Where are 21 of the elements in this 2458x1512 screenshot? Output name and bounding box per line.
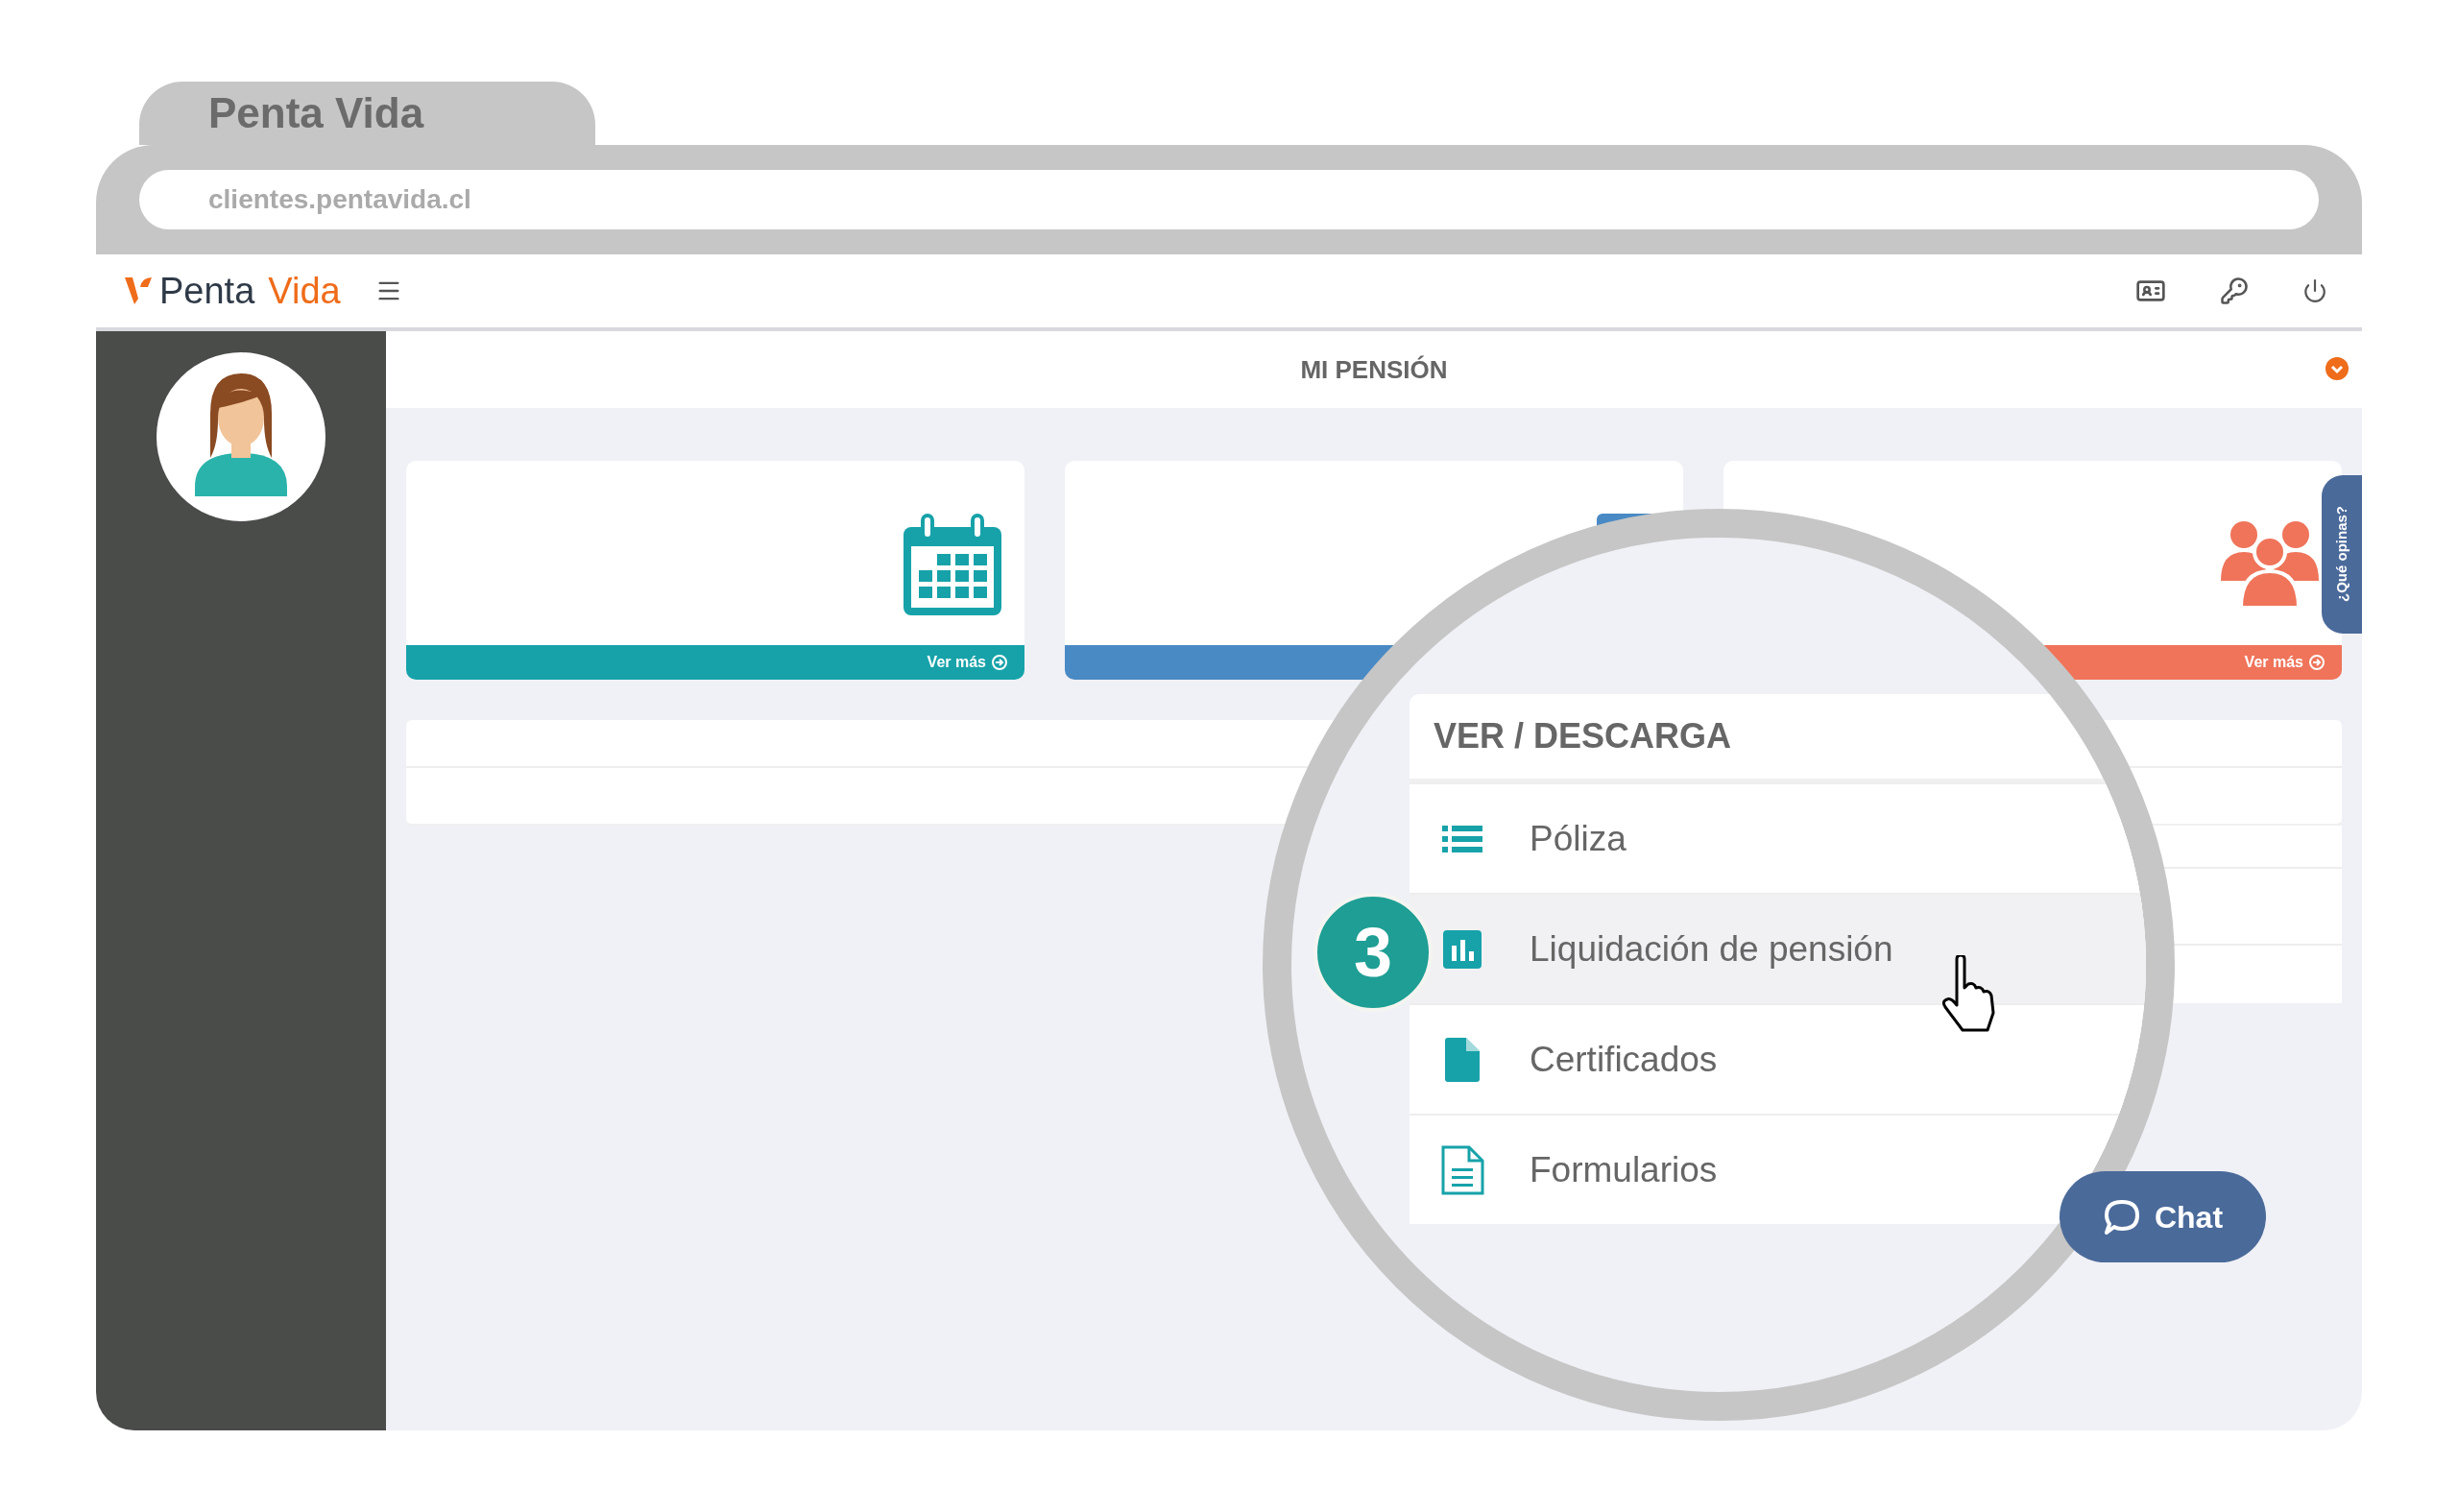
- feedback-tab[interactable]: ¿Qué opinas?: [2322, 475, 2362, 634]
- see-more-link[interactable]: Ver más: [927, 651, 1007, 674]
- browser-tab[interactable]: Penta Vida: [139, 82, 595, 145]
- key-icon[interactable]: [2220, 276, 2249, 305]
- menu-item[interactable]: Certificados: [1410, 1003, 2146, 1114]
- section-title: MI PENSIÓN: [1300, 353, 1448, 386]
- logo[interactable]: Penta Vida: [125, 263, 341, 319]
- bar-chart-icon: [1443, 929, 1482, 969]
- power-icon[interactable]: [2302, 278, 2327, 303]
- arrow-circle-icon: [992, 655, 1007, 670]
- menu-item[interactable]: Liquidación de pensión: [1410, 893, 2146, 1003]
- form-icon: [1440, 1144, 1484, 1195]
- chat-bubble-icon: [2102, 1197, 2141, 1236]
- document-icon: [1445, 1037, 1480, 1082]
- avatar[interactable]: [157, 352, 325, 521]
- see-more-link[interactable]: Ver más: [2244, 651, 2325, 674]
- list-icon: [1442, 825, 1482, 852]
- arrow-circle-icon: [2309, 655, 2325, 670]
- chat-button[interactable]: Chat: [2060, 1171, 2266, 1262]
- logo-mark-icon: [125, 276, 154, 306]
- chevron-down-icon[interactable]: [2325, 357, 2349, 380]
